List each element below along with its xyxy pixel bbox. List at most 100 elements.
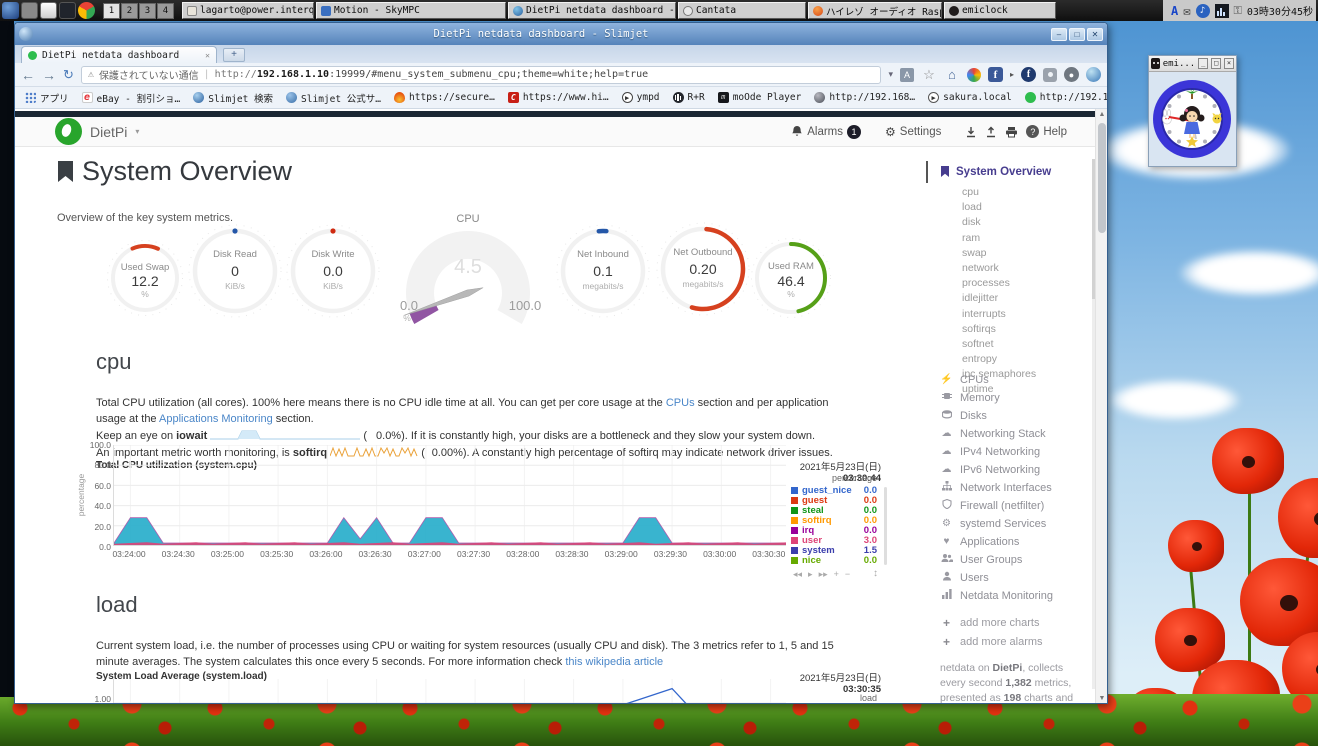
sidebar-item-ipv6[interactable]: ☁IPv6 Networking bbox=[940, 464, 1053, 476]
import-button[interactable] bbox=[965, 126, 977, 138]
bookmark-ip2[interactable]: http://192.168… bbox=[1025, 92, 1107, 103]
legend-scrollbar[interactable] bbox=[884, 487, 887, 565]
bookmark-ympd[interactable]: ▶ympd bbox=[622, 92, 660, 103]
legend-row[interactable]: user3.0 bbox=[791, 535, 877, 545]
bookmark-moode[interactable]: mmoOde Player bbox=[718, 92, 802, 103]
equalizer-icon[interactable] bbox=[1215, 4, 1229, 18]
fb-circle-icon[interactable]: f bbox=[1021, 67, 1036, 82]
launcher-chrome-icon[interactable] bbox=[78, 2, 95, 19]
wikipedia-link[interactable]: this wikipedia article bbox=[565, 656, 663, 668]
sidebar-item-memory[interactable]: Memory bbox=[940, 392, 1053, 404]
launcher-terminal-icon[interactable] bbox=[59, 2, 76, 19]
taskbar-window-lagarto[interactable]: lagarto@power.interq.or.jp -... bbox=[182, 2, 314, 19]
legend-row[interactable]: guest0.0 bbox=[791, 495, 877, 505]
sidebar-item-ipv4[interactable]: ☁IPv4 Networking bbox=[940, 446, 1053, 458]
sidebar-subitem[interactable]: cpu bbox=[962, 186, 1036, 198]
gauge-used-ram[interactable]: Used RAM 46.4 % bbox=[747, 234, 835, 322]
gauge-disk-write[interactable]: Disk Write 0.0 KiB/s bbox=[283, 221, 383, 321]
page-scrollbar[interactable]: ▲ ▼ bbox=[1095, 109, 1107, 704]
legend-row[interactable]: softirq0.0 bbox=[791, 515, 877, 525]
sidebar-subitem[interactable]: idlejitter bbox=[962, 292, 1036, 304]
sidebar-item-networking-stack[interactable]: ☁Networking Stack bbox=[940, 428, 1053, 440]
chart-control-icon[interactable]: ▸▸ bbox=[819, 569, 828, 580]
url-dropdown-icon[interactable]: ▾ bbox=[888, 69, 893, 80]
new-tab-button[interactable]: + bbox=[223, 48, 245, 62]
maximize-button[interactable]: □ bbox=[1069, 28, 1085, 41]
bookmark-slimjet-search[interactable]: Slimjet 検索 bbox=[193, 91, 273, 105]
sidebar-subitem[interactable]: swap bbox=[962, 247, 1036, 259]
launcher-menu-icon[interactable] bbox=[2, 2, 19, 19]
bookmark-hi[interactable]: Chttps://www.hi… bbox=[508, 92, 609, 103]
bookmark-star-icon[interactable]: ☆ bbox=[921, 67, 937, 83]
emiclock-titlebar[interactable]: emi... _ □ × bbox=[1149, 56, 1236, 72]
brand-caret-icon[interactable]: ▾ bbox=[135, 127, 139, 136]
sidebar-item-disks[interactable]: Disks bbox=[940, 410, 1053, 422]
browser-titlebar[interactable]: DietPi netdata dashboard - Slimjet – □ ✕ bbox=[15, 23, 1107, 45]
facebook-icon[interactable]: f bbox=[988, 67, 1003, 82]
scrollbar-thumb[interactable] bbox=[1098, 123, 1106, 233]
lock-icon[interactable]: ⚿ bbox=[1234, 4, 1242, 18]
bookmark-ebay[interactable]: eeBay - 割引ショ… bbox=[82, 91, 181, 105]
taskbar-window-emiclock[interactable]: emiclock bbox=[944, 2, 1056, 19]
minimize-button[interactable]: – bbox=[1051, 28, 1067, 41]
sidebar-item-cpus[interactable]: ⚡CPUs bbox=[940, 374, 1053, 386]
sidebar-subitem[interactable]: network bbox=[962, 262, 1036, 274]
help-button[interactable]: ?Help bbox=[1026, 125, 1067, 138]
sidebar-subitem[interactable]: entropy bbox=[962, 353, 1036, 365]
sidebar-subitem[interactable]: disk bbox=[962, 216, 1036, 228]
sidebar-add-action[interactable]: +add more charts bbox=[940, 617, 1043, 629]
gauge-used-swap[interactable]: Used Swap 12.2 % bbox=[103, 236, 187, 320]
mail-icon[interactable]: ✉ bbox=[1183, 4, 1190, 18]
gauge-net-outbound[interactable]: Net Outbound 0.20 megabits/s bbox=[653, 219, 753, 319]
alarms-button[interactable]: Alarms1 bbox=[791, 125, 861, 139]
bookmark-rr[interactable]: R+R bbox=[673, 92, 705, 103]
sidebar-subitem[interactable]: interrupts bbox=[962, 308, 1036, 320]
gauge-net-inbound[interactable]: Net Inbound 0.1 megabits/s bbox=[553, 221, 653, 321]
chart-control-icon[interactable]: − bbox=[845, 569, 850, 580]
extensions-puzzle-icon[interactable] bbox=[1043, 68, 1057, 82]
bookmark-sakura[interactable]: ▶sakura.local bbox=[928, 92, 1012, 103]
slimjet-menu-icon[interactable] bbox=[1086, 67, 1101, 82]
tray-clock[interactable]: 03時30分45秒 bbox=[1247, 3, 1313, 18]
sidebar-item-user-groups[interactable]: User Groups bbox=[940, 554, 1053, 566]
legend-row[interactable]: system1.5 bbox=[791, 545, 877, 555]
sidebar-item-system-overview[interactable]: System Overview bbox=[940, 165, 1051, 178]
legend-row[interactable]: steal0.0 bbox=[791, 505, 877, 515]
sidebar-subitem[interactable]: softirqs bbox=[962, 323, 1036, 335]
cpus-link[interactable]: CPUs bbox=[666, 397, 695, 409]
sidebar-item-systemd-services[interactable]: ⚙systemd Services bbox=[940, 518, 1053, 530]
forward-button[interactable]: → bbox=[42, 68, 56, 82]
gauge-cpu[interactable]: 4.5 0.0 100.0 % bbox=[393, 221, 543, 326]
legend-row[interactable]: nice0.0 bbox=[791, 555, 877, 565]
sidebar-subitem[interactable]: processes bbox=[962, 277, 1036, 289]
emiclock-face[interactable] bbox=[1149, 72, 1236, 166]
sidebar-add-action[interactable]: +add more alarms bbox=[940, 637, 1043, 649]
taskbar-window-dietpi[interactable]: DietPi netdata dashboard - S.. bbox=[508, 2, 676, 19]
music-icon[interactable]: ♪ bbox=[1196, 4, 1210, 18]
taskbar-window-hires-audio[interactable]: ハイレゾ オーディオ Raspberry... bbox=[808, 2, 942, 19]
bookmark-secure[interactable]: https://secure… bbox=[394, 92, 495, 103]
translate-icon[interactable]: A bbox=[900, 68, 914, 82]
taskbar-window-cantata[interactable]: Cantata bbox=[678, 2, 806, 19]
warning-icon[interactable]: ⚠ bbox=[88, 69, 94, 80]
chart-control-icon[interactable]: ▸ bbox=[808, 569, 813, 580]
scroll-down-icon[interactable]: ▼ bbox=[1096, 693, 1107, 704]
reload-button[interactable]: ↻ bbox=[63, 68, 74, 81]
workspace-button[interactable]: 1 bbox=[103, 3, 120, 19]
workspace-button[interactable]: 2 bbox=[121, 3, 138, 19]
chart-resize-icon[interactable]: ↕ bbox=[873, 568, 878, 579]
chart-control-icon[interactable]: ◂◂ bbox=[793, 569, 802, 580]
applications-monitoring-link[interactable]: Applications Monitoring bbox=[159, 413, 273, 425]
bookmark-apps[interactable]: アプリ bbox=[25, 91, 69, 105]
sidebar-item-applications[interactable]: ♥Applications bbox=[940, 536, 1053, 548]
sidebar-subitem[interactable]: softnet bbox=[962, 338, 1036, 350]
cpu-chart-plot[interactable] bbox=[113, 445, 786, 546]
sidebar-item-network-interfaces[interactable]: Network Interfaces bbox=[940, 482, 1053, 494]
legend-row[interactable]: irq0.0 bbox=[791, 525, 877, 535]
sidebar-item-netdata-monitoring[interactable]: Netdata Monitoring bbox=[940, 590, 1053, 602]
taskbar-window-skympc[interactable]: Motion - SkyMPC bbox=[316, 2, 506, 19]
home-icon[interactable]: ⌂ bbox=[944, 67, 960, 83]
emiclock-maximize-button[interactable]: □ bbox=[1211, 58, 1221, 69]
settings-button[interactable]: ⚙Settings bbox=[885, 125, 941, 139]
scroll-up-icon[interactable]: ▲ bbox=[1096, 109, 1107, 121]
